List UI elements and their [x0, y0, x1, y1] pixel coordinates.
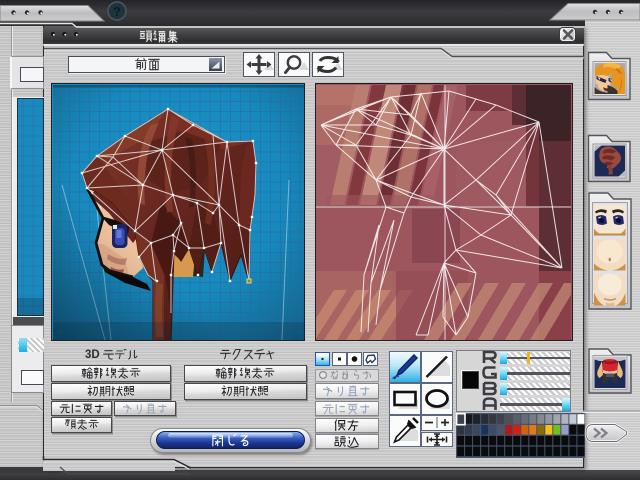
svg-text:?: ?: [113, 4, 121, 19]
